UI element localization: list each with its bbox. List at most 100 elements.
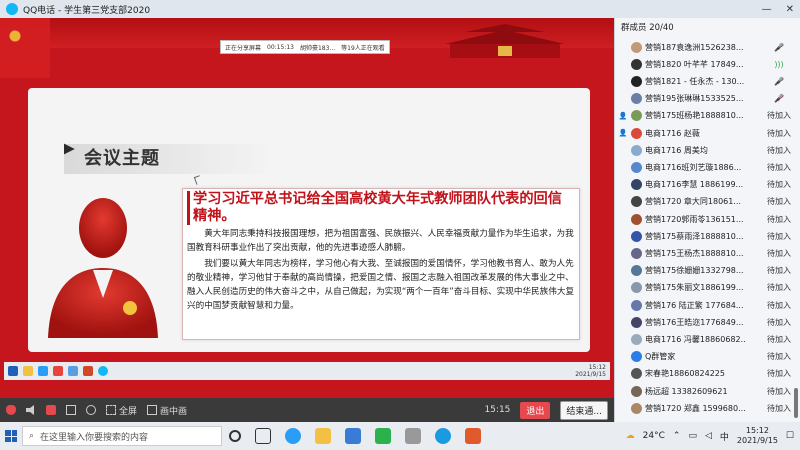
cortana-icon[interactable]: [229, 430, 241, 442]
edge-icon[interactable]: [285, 428, 301, 444]
fullscreen-button[interactable]: 全屏: [106, 404, 137, 417]
taskbar-search[interactable]: ⌕ 在这里输入你要搜索的内容: [22, 426, 222, 446]
avatar: [631, 58, 642, 70]
windows-logo-icon: [5, 430, 17, 442]
flag-decoration-icon: [0, 18, 50, 78]
share-status: 正在分享屏幕: [225, 44, 262, 52]
member-row[interactable]: 营销1820 叶芊芊 17849...))): [615, 55, 800, 73]
member-row[interactable]: 营销1821 - 任永杰 - 130... 🎤̸: [615, 72, 800, 90]
member-name: 营销187袁逸洲1526238...: [645, 42, 744, 52]
member-row[interactable]: 👤 营销175班杨艳1888810... 待加入: [615, 107, 800, 125]
taskbar-clock[interactable]: 15:12 2021/9/15: [737, 426, 778, 446]
mic-muted-icon: 🎤̸: [774, 76, 784, 86]
end-call-button[interactable]: 结束通...: [560, 400, 608, 420]
member-row[interactable]: 营销1720郭雨苓136151... 待加入: [615, 210, 800, 228]
member-name: 杨远超 13382609621: [645, 386, 728, 396]
ime-icon[interactable]: 中: [720, 430, 729, 443]
start-button[interactable]: [0, 422, 22, 450]
member-row[interactable]: 电商1716 周美均 待加入: [615, 141, 800, 159]
member-status: 待加入: [767, 283, 791, 293]
member-status: 待加入: [767, 369, 791, 379]
network-icon[interactable]: ▭: [688, 431, 697, 441]
close-icon[interactable]: ✕: [786, 4, 794, 15]
qq-logo-icon: [6, 3, 18, 15]
avatar: [631, 247, 642, 259]
pip-icon: [147, 405, 158, 415]
member-row[interactable]: 电商1716班刘艺璇1886... 待加入: [615, 158, 800, 176]
share-time: 00:15:13: [267, 43, 294, 51]
pip-button[interactable]: 画中画: [147, 404, 187, 417]
notification-icon[interactable]: ☐: [786, 431, 794, 441]
media-icon: [68, 366, 78, 376]
screen-share-icon: [66, 405, 76, 415]
task-view-icon[interactable]: [255, 428, 271, 444]
member-row[interactable]: 营销1720 章大同18061... 待加入: [615, 193, 800, 211]
member-row[interactable]: 电商1716李慧 1886199... 待加入: [615, 176, 800, 194]
member-row[interactable]: 宋春艳18860824225 待加入: [615, 365, 800, 383]
member-status: 待加入: [767, 352, 791, 362]
call-control-bar: 全屏 画中画 15:15 退出 结束通...: [0, 398, 614, 422]
tray-chevron-icon[interactable]: ⌃: [673, 431, 681, 441]
shared-date: 2021/9/15: [575, 371, 606, 378]
edge-icon: [38, 366, 48, 376]
minimize-icon[interactable]: —: [762, 4, 772, 15]
windows-taskbar: ⌕ 在这里输入你要搜索的内容 ☁ 24°C ⌃ ▭ ◁ 中 15:12 2021…: [0, 422, 800, 450]
member-row[interactable]: 营销195张琳琳1533525... 🎤̸: [615, 90, 800, 108]
member-panel: 群成员 20/40 营销187袁逸洲1526238... 🎤̸ 营销1820 叶芊芊…: [614, 18, 800, 422]
avatar: [631, 161, 642, 173]
photo-app-icon[interactable]: [405, 428, 421, 444]
camera-off-icon: [46, 405, 56, 415]
store-icon[interactable]: [345, 428, 361, 444]
speaker-icon: [26, 405, 34, 415]
member-row[interactable]: 电商1716 冯馨18860682... 待加入: [615, 330, 800, 348]
screen-share-button[interactable]: [66, 405, 76, 415]
avatar: [631, 265, 642, 277]
file-explorer-icon[interactable]: [315, 428, 331, 444]
avatar: [631, 127, 642, 139]
member-name: 营销175蔡雨泽1888810...: [645, 231, 744, 241]
camera-button[interactable]: [46, 405, 56, 415]
person-silhouette-icon: [48, 198, 158, 338]
share-viewers: 等19人正在观看: [341, 44, 385, 52]
speaker-button[interactable]: [26, 405, 36, 415]
member-name: 营销1720 章大同18061...: [645, 197, 741, 207]
avatar: [631, 213, 642, 225]
content-paragraph-2: 我们要以黄大年同志为榜样，学习他心有大我、至诚报国的爱国情怀，学习他教书育人、敢…: [187, 259, 575, 311]
member-row[interactable]: 营销187袁逸洲1526238... 🎤̸: [615, 38, 800, 56]
mic-mute-button[interactable]: [6, 405, 16, 415]
system-tray: ☁ 24°C ⌃ ▭ ◁ 中 15:12 2021/9/15 ☐: [626, 426, 800, 446]
member-status: 待加入: [767, 197, 791, 207]
fullscreen-label: 全屏: [119, 406, 138, 417]
member-row[interactable]: 营销175王杨杰1888810... 待加入: [615, 244, 800, 262]
member-row[interactable]: 营销175徐姗姗1332798... 待加入: [615, 262, 800, 280]
volume-icon[interactable]: ◁: [705, 431, 712, 441]
powerpoint-icon: [83, 366, 93, 376]
members-button[interactable]: [86, 405, 96, 415]
member-name: 营销175班杨艳1888810...: [645, 111, 744, 121]
member-name: Q群管家: [645, 352, 676, 362]
exit-button[interactable]: 退出: [520, 401, 551, 419]
member-name: 营销175朱丽文1886199...: [645, 283, 744, 293]
member-status: 待加入: [767, 317, 791, 327]
chrome-icon: [53, 366, 63, 376]
avatar: [631, 282, 642, 294]
member-name: 营销175王杨杰1888810...: [645, 248, 744, 258]
member-row[interactable]: Q群管家 待加入: [615, 348, 800, 366]
member-row[interactable]: 👤 电商1716 赵薇 待加入: [615, 124, 800, 142]
share-status-banner: 正在分享屏幕 00:15:13 胡帅豪183... 等19人正在观看: [220, 40, 390, 54]
member-row[interactable]: 杨远超 13382609621 待加入: [615, 382, 800, 400]
member-count: 群成员 20/40: [621, 23, 674, 33]
member-status: 待加入: [767, 162, 791, 172]
member-row[interactable]: 营销175朱丽文1886199... 待加入: [615, 279, 800, 297]
browser-icon[interactable]: [435, 428, 451, 444]
app-icon[interactable]: [465, 428, 481, 444]
member-row[interactable]: 营销175蔡雨泽1888810... 待加入: [615, 227, 800, 245]
pdf-icon[interactable]: [375, 428, 391, 444]
member-row[interactable]: 营销176王皓迩1776849... 待加入: [615, 313, 800, 331]
windows-start-icon: [8, 366, 18, 376]
topic-title: 会议主题: [84, 148, 160, 169]
shared-time: 15:12: [588, 364, 606, 371]
scrollbar[interactable]: [794, 388, 798, 418]
member-row[interactable]: 营销1720 郑鑫 1599680... 待加入: [615, 399, 800, 417]
member-row[interactable]: 营销176 陆正繁 177684... 待加入: [615, 296, 800, 314]
